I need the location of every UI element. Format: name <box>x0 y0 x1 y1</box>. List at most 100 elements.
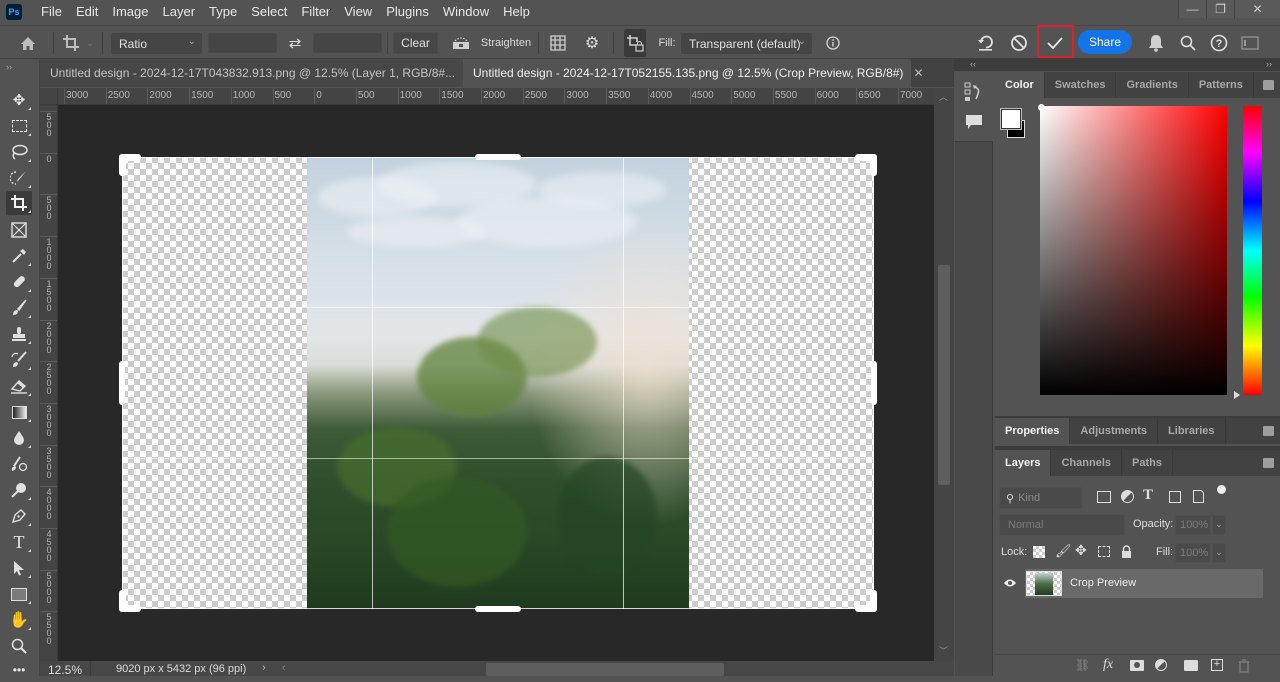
lock-all-icon[interactable] <box>1121 545 1132 559</box>
crop-handle-bottom[interactable] <box>475 606 521 612</box>
notifications-button[interactable] <box>1145 26 1167 60</box>
horizontal-scroll-thumb[interactable] <box>486 663 724 676</box>
eyedropper-tool[interactable] <box>6 244 32 268</box>
swap-dimensions-button[interactable]: ⇄ <box>284 26 306 60</box>
crop-handle-right[interactable] <box>871 361 877 405</box>
crop-handle-left[interactable] <box>119 361 125 405</box>
menu-window[interactable]: Window <box>436 0 496 24</box>
vertical-ruler[interactable]: 500 0 500 1000 1500 2000 2500 3000 3500 4000 4500 5… <box>40 105 58 661</box>
tab-swatches[interactable]: Swatches <box>1045 72 1117 98</box>
history-panel-button[interactable] <box>964 82 982 105</box>
minimize-button[interactable]: — <box>1178 0 1206 18</box>
menu-filter[interactable]: Filter <box>294 0 337 24</box>
healing-brush-tool[interactable] <box>6 270 32 294</box>
opacity-input[interactable]: 100% <box>1175 515 1211 535</box>
lock-image-pixels-icon[interactable]: 🖌 <box>1055 543 1072 559</box>
scroll-down-icon[interactable]: ﹀ <box>939 644 948 657</box>
add-mask-icon[interactable] <box>1130 660 1144 671</box>
eraser-tool[interactable] <box>6 374 32 398</box>
path-selection-tool[interactable] <box>6 556 32 580</box>
crop-height-input[interactable] <box>313 33 382 53</box>
opacity-dropdown-icon[interactable]: ⌄ <box>1212 515 1226 535</box>
tab-color[interactable]: Color <box>995 72 1045 98</box>
reset-crop-button[interactable] <box>975 26 997 60</box>
marquee-tool[interactable] <box>6 114 32 138</box>
filter-shape-layers-icon[interactable] <box>1169 491 1181 503</box>
scroll-up-icon[interactable]: ︿ <box>939 90 948 103</box>
tab-gradients[interactable]: Gradients <box>1116 72 1189 98</box>
menu-edit[interactable]: Edit <box>69 0 105 24</box>
comments-panel-button[interactable] <box>965 114 983 133</box>
layer-name[interactable]: Crop Preview <box>1070 577 1136 589</box>
tab-adjustments[interactable]: Adjustments <box>1070 418 1159 444</box>
link-layers-icon[interactable]: ⛓ <box>1075 658 1090 672</box>
layer-row[interactable]: Crop Preview <box>995 569 1263 598</box>
crop-handle-top[interactable] <box>475 154 521 160</box>
frame-tool[interactable] <box>6 218 32 242</box>
cancel-crop-button[interactable] <box>1008 26 1030 60</box>
info-button[interactable] <box>823 26 843 60</box>
fill-select[interactable]: Transparent (default) ⌄ <box>681 33 812 54</box>
new-layer-icon[interactable]: + <box>1211 659 1223 671</box>
crop-ratio-select[interactable]: Ratio ⌄ <box>111 33 202 54</box>
foreground-color-swatch[interactable] <box>1000 108 1022 130</box>
overlay-options-button[interactable] <box>547 26 569 60</box>
filter-toggle-icon[interactable] <box>1217 485 1226 494</box>
filter-type-layers-icon[interactable]: T <box>1143 487 1153 504</box>
crop-settings-button[interactable]: ⚙ <box>581 26 603 60</box>
tab-channels[interactable]: Channels <box>1051 450 1122 476</box>
layer-effects-icon[interactable]: fx <box>1103 657 1113 673</box>
hue-slider-handle[interactable] <box>1234 391 1240 399</box>
object-selection-tool[interactable] <box>6 166 32 190</box>
crop-width-input[interactable] <box>208 33 277 53</box>
move-tool[interactable]: ✥ <box>6 88 32 112</box>
type-tool[interactable]: T <box>6 530 32 554</box>
status-menu-arrow-icon[interactable]: › <box>262 662 266 674</box>
delete-layer-trash-icon[interactable] <box>1238 659 1250 673</box>
clone-stamp-tool[interactable] <box>6 322 32 346</box>
fill-dropdown-icon[interactable]: ⌄ <box>1212 543 1226 563</box>
filter-adjustment-layers-icon[interactable] <box>1121 490 1134 503</box>
hue-slider[interactable] <box>1243 106 1262 395</box>
search-button[interactable] <box>1177 26 1199 60</box>
rectangle-tool[interactable] <box>6 582 32 606</box>
panel-menu-icon[interactable] <box>1263 80 1274 90</box>
dodge-tool[interactable] <box>6 452 32 476</box>
eye-visibility-icon[interactable] <box>1003 578 1017 588</box>
tab-layers[interactable]: Layers <box>995 450 1052 476</box>
lock-artboard-icon[interactable] <box>1098 546 1110 557</box>
lock-transparent-pixels-icon[interactable] <box>1033 546 1045 558</box>
document-tab-2[interactable]: Untitled design - 2024-12-17T052155.135.… <box>463 59 924 87</box>
menu-select[interactable]: Select <box>244 0 294 24</box>
filter-pixel-layers-icon[interactable] <box>1097 491 1111 503</box>
filter-smart-objects-icon[interactable] <box>1193 490 1204 503</box>
tab-paths[interactable]: Paths <box>1122 450 1173 476</box>
panel-menu-icon[interactable] <box>1263 426 1274 436</box>
crop-handle-bottom-left[interactable] <box>119 590 126 612</box>
crop-handle-bottom-right[interactable] <box>870 590 877 612</box>
panel-menu-icon[interactable] <box>1263 458 1274 468</box>
vertical-scroll-thumb[interactable] <box>938 265 950 485</box>
delete-cropped-pixels-toggle[interactable] <box>624 29 646 57</box>
layer-filter-kind-select[interactable]: ⚲ Kind <box>999 487 1083 509</box>
blur-tool[interactable] <box>6 426 32 450</box>
menu-plugins[interactable]: Plugins <box>379 0 436 24</box>
crop-handle-top-right[interactable] <box>870 154 877 176</box>
restore-button[interactable]: ❐ <box>1206 0 1234 18</box>
history-brush-tool[interactable] <box>6 348 32 372</box>
new-group-folder-icon[interactable] <box>1184 660 1198 671</box>
close-tab-icon[interactable]: ✕ <box>913 66 923 80</box>
dodge-burn-tool[interactable] <box>6 478 32 502</box>
menu-view[interactable]: View <box>337 0 379 24</box>
more-tools-button[interactable]: ••• <box>6 658 32 682</box>
tab-libraries[interactable]: Libraries <box>1158 418 1226 444</box>
lock-position-icon[interactable]: ✥ <box>1075 542 1087 559</box>
brush-tool[interactable] <box>6 296 32 320</box>
menu-image[interactable]: Image <box>105 0 155 24</box>
vertical-scrollbar[interactable]: ︿ ﹀ <box>934 88 954 661</box>
home-button[interactable] <box>16 26 40 60</box>
gradient-tool[interactable] <box>6 400 32 424</box>
expand-toolbar-icon[interactable]: ›› <box>6 62 12 72</box>
blend-mode-select[interactable]: Normal <box>999 514 1125 536</box>
help-button[interactable]: ? <box>1208 26 1230 60</box>
